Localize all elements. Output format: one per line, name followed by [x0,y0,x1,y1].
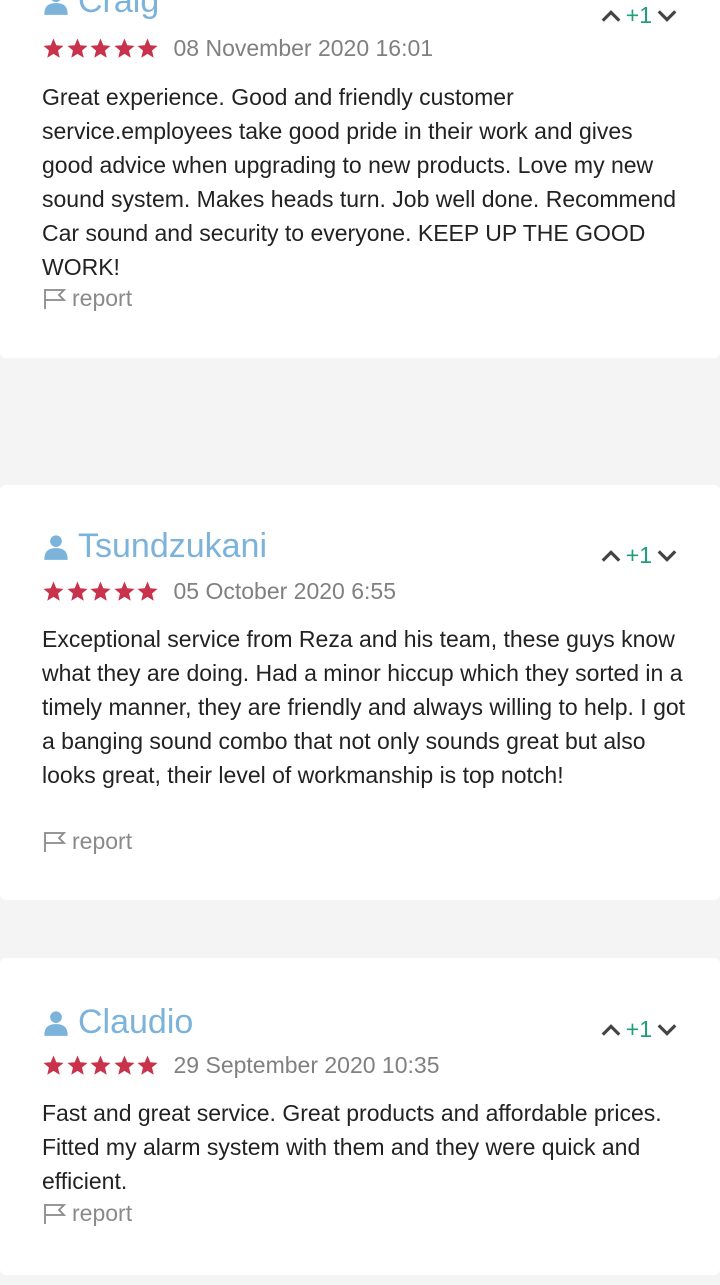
star-icon [66,581,88,601]
reviews-page: Craig +1 08 November 2020 16:01 Great ex… [0,0,720,1285]
review-meta: 29 September 2020 10:35 [42,1052,439,1079]
vote-count: +1 [625,1016,652,1042]
chevron-down-icon[interactable] [656,545,678,567]
review-text: Great experience. Good and friendly cust… [42,84,677,280]
flag-icon [44,288,67,309]
user-icon [44,1010,68,1036]
review-meta: 08 November 2020 16:01 [42,35,433,62]
star-icon [43,581,64,601]
vote-count: +1 [625,2,652,28]
author-name: Tsundzukani [78,527,268,565]
review-date: 05 October 2020 6:55 [173,578,397,604]
review-card: Craig +1 08 November 2020 16:01 Great ex… [0,0,720,358]
vote-control: +1 [600,542,678,569]
review-date: 29 September 2020 10:35 [173,1052,440,1078]
user-icon [44,0,68,15]
star-icon [113,1055,135,1075]
review-text: Fast and great service. Great products a… [42,1100,662,1194]
star-rating [42,37,160,60]
star-icon [137,38,158,58]
chevron-down-icon[interactable] [656,5,678,27]
review-author[interactable]: Claudio [42,1003,193,1042]
star-icon [137,1055,158,1075]
report-label: report [72,285,133,311]
chevron-up-icon[interactable] [600,545,622,567]
author-name: Claudio [78,1003,194,1041]
report-link[interactable]: report [42,1200,132,1227]
star-icon [43,38,64,58]
flag-icon [44,1203,67,1224]
star-icon [43,1055,64,1075]
review-text: Exceptional service from Reza and his te… [42,626,686,788]
review-card: Claudio +1 29 September 2020 10:35 Fast … [0,958,720,1275]
star-rating [42,1054,160,1077]
star-icon [90,581,111,601]
star-icon [66,1055,88,1075]
star-icon [113,581,135,601]
star-icon [90,38,111,58]
review-meta: 05 October 2020 6:55 [42,578,396,605]
report-link[interactable]: report [42,285,132,312]
chevron-up-icon[interactable] [600,1019,622,1041]
star-rating [42,580,160,603]
review-author[interactable]: Craig [42,0,159,21]
vote-control: +1 [600,2,678,29]
vote-count: +1 [625,542,652,568]
author-name: Craig [78,0,160,20]
star-icon [113,38,135,58]
user-icon [44,534,68,560]
vote-control: +1 [600,1016,678,1043]
review-card: Tsundzukani +1 05 October 2020 6:55 Exce… [0,485,720,900]
star-icon [137,581,158,601]
review-date: 08 November 2020 16:01 [173,35,434,61]
star-icon [90,1055,111,1075]
report-label: report [72,1200,133,1226]
star-icon [66,38,88,58]
report-label: report [72,828,133,854]
review-author[interactable]: Tsundzukani [42,527,267,566]
chevron-down-icon[interactable] [656,1019,678,1041]
flag-icon [44,831,67,852]
report-link[interactable]: report [42,828,132,855]
chevron-up-icon[interactable] [600,5,622,27]
